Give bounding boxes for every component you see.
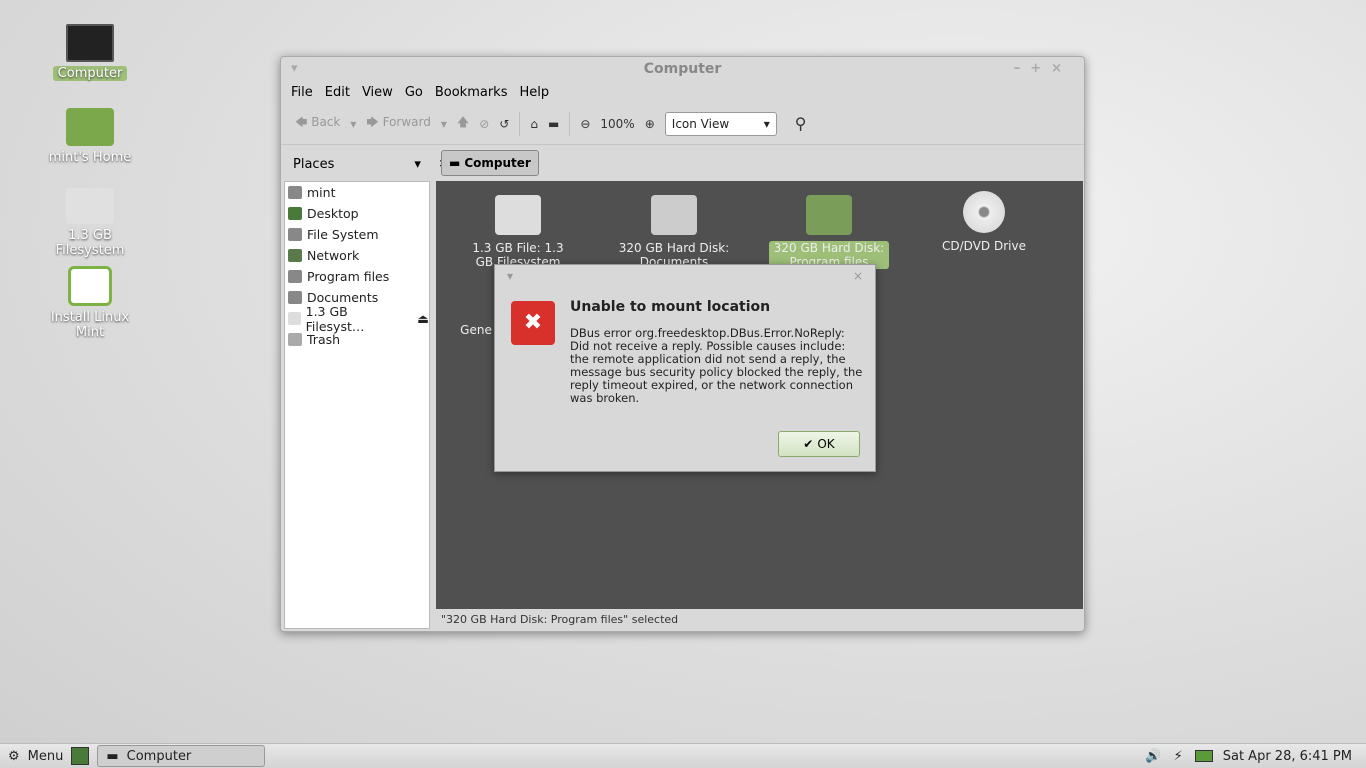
- desktop-icon-filesystem[interactable]: 1.3 GB Filesystem: [30, 188, 150, 258]
- chevron-down-icon: ▾: [763, 116, 770, 131]
- zoom-level: 100%: [600, 116, 635, 131]
- menu-bookmarks[interactable]: Bookmarks: [435, 85, 508, 100]
- dialog-message: DBus error org.freedesktop.DBus.Error.No…: [570, 326, 863, 405]
- up-icon[interactable]: 🡅: [457, 113, 469, 134]
- desktop-icon-computer[interactable]: Computer: [30, 24, 150, 81]
- drive-icon: [495, 195, 541, 235]
- status-bar: "320 GB Hard Disk: Program files" select…: [441, 613, 679, 626]
- drive-icon: [288, 291, 302, 304]
- sidebar-item-filesystem[interactable]: File System: [285, 224, 429, 245]
- file-item[interactable]: 320 GB Hard Disk: Documents: [614, 195, 734, 269]
- places-header[interactable]: Places▾✖: [281, 147, 450, 181]
- taskbar-window-computer[interactable]: ▬ Computer: [97, 745, 266, 767]
- menu-bar: File Edit View Go Bookmarks Help: [281, 81, 1084, 103]
- drive-icon: [288, 270, 302, 283]
- dialog-menu-icon[interactable]: ▾: [507, 269, 513, 283]
- network-icon: [288, 249, 302, 262]
- dialog-title: Unable to mount location: [570, 299, 771, 315]
- window-controls[interactable]: –+×: [1014, 57, 1072, 81]
- chevron-down-icon[interactable]: ▾: [414, 157, 421, 172]
- trash-icon: [288, 333, 302, 346]
- window-menu-icon[interactable]: ▾: [291, 57, 298, 81]
- sidebar-item-network[interactable]: Network: [285, 245, 429, 266]
- computer-icon: ▬: [106, 748, 119, 764]
- mint-logo-icon: [68, 266, 112, 306]
- zoom-in-icon[interactable]: ⊕: [645, 117, 655, 131]
- sidebar-item-program-files[interactable]: Program files: [285, 266, 429, 287]
- desktop-icon-install[interactable]: Install Linux Mint: [30, 266, 150, 340]
- back-button[interactable]: 🡄 Back: [295, 113, 340, 134]
- home-icon: [288, 186, 302, 199]
- places-sidebar: mint Desktop File System Network Program…: [284, 181, 430, 629]
- drive-icon: [288, 312, 301, 325]
- network-plug-icon[interactable]: ⚡: [1174, 749, 1183, 764]
- forward-button[interactable]: 🡆 Forward: [366, 113, 430, 134]
- reload-icon[interactable]: ↺: [499, 117, 509, 131]
- file-item[interactable]: CD/DVD Drive: [924, 191, 1044, 253]
- gear-icon[interactable]: ⚙: [8, 749, 20, 764]
- show-desktop-icon[interactable]: [71, 747, 90, 765]
- check-icon: ✔: [803, 437, 814, 451]
- title-bar[interactable]: ▾ Computer –+×: [281, 57, 1084, 81]
- desktop-icon: [288, 207, 302, 220]
- error-icon: ✖: [511, 301, 555, 345]
- hard-disk-icon: [806, 195, 852, 235]
- computer-icon[interactable]: ▬: [548, 117, 559, 131]
- search-icon[interactable]: ⚲: [795, 114, 807, 133]
- error-dialog: ▾ × ✖ Unable to mount location DBus erro…: [494, 264, 876, 472]
- menu-view[interactable]: View: [362, 85, 393, 100]
- ok-button[interactable]: ✔ OK: [778, 431, 860, 457]
- monitor-icon: [66, 24, 114, 62]
- battery-icon[interactable]: [1194, 750, 1213, 762]
- file-item[interactable]: 320 GB Hard Disk: Program files: [769, 195, 889, 269]
- hard-disk-icon: [651, 195, 697, 235]
- sidebar-item-desktop[interactable]: Desktop: [285, 203, 429, 224]
- zoom-out-icon[interactable]: ⊖: [580, 117, 590, 131]
- stop-icon[interactable]: ⊘: [479, 117, 489, 131]
- cd-icon: [963, 191, 1005, 233]
- eject-icon[interactable]: ⏏: [417, 311, 429, 326]
- sidebar-item-mint[interactable]: mint: [285, 182, 429, 203]
- path-button-computer[interactable]: ▬ Computer: [441, 150, 539, 176]
- forward-dropdown-icon[interactable]: ▾: [441, 117, 447, 131]
- computer-icon: ▬: [449, 156, 461, 170]
- desktop-icon-home[interactable]: mint's Home: [30, 108, 150, 165]
- toolbar: 🡄 Back ▾ 🡆 Forward ▾ 🡅 ⊘ ↺ ⌂ ▬ ⊖ 100% ⊕ Icon Vi…: [281, 103, 1084, 145]
- menu-help[interactable]: Help: [519, 85, 549, 100]
- menu-file[interactable]: File: [291, 85, 313, 100]
- drive-icon: [288, 228, 302, 241]
- drive-icon: [66, 188, 114, 224]
- window-title: Computer: [643, 61, 722, 77]
- menu-button[interactable]: Menu: [28, 749, 64, 764]
- home-icon[interactable]: ⌂: [530, 117, 538, 131]
- sidebar-item-13gb[interactable]: 1.3 GB Filesyst… ⏏: [285, 304, 429, 334]
- taskbar: ⚙ Menu ▬ Computer 🔊 ⚡ Sat Apr 28, 6:41 PM: [0, 743, 1366, 768]
- menu-edit[interactable]: Edit: [325, 85, 350, 100]
- home-folder-icon: [66, 108, 114, 146]
- close-icon[interactable]: ×: [853, 269, 863, 283]
- clock[interactable]: Sat Apr 28, 6:41 PM: [1223, 749, 1352, 764]
- back-dropdown-icon[interactable]: ▾: [350, 117, 356, 131]
- file-item[interactable]: 1.3 GB File: 1.3 GB Filesystem: [458, 195, 578, 269]
- volume-icon[interactable]: 🔊: [1145, 749, 1161, 764]
- view-mode-select[interactable]: Icon View ▾: [664, 111, 777, 136]
- menu-go[interactable]: Go: [405, 85, 423, 100]
